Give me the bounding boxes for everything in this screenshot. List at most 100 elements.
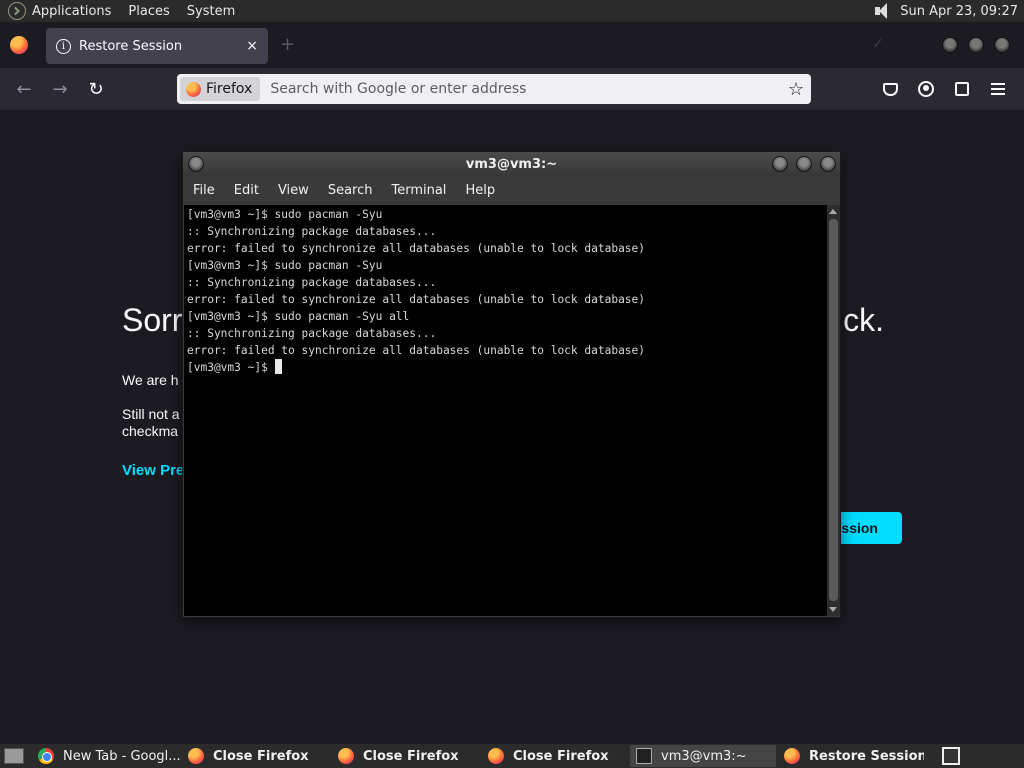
distro-logo-icon[interactable] <box>8 2 26 20</box>
taskbar-item-label: Close Firefox <box>363 748 459 764</box>
pocket-button[interactable] <box>872 73 908 105</box>
firefox-icon <box>188 748 204 764</box>
restore-paragraph-1: We are h <box>122 372 179 388</box>
check-icon: ✓ <box>872 36 884 52</box>
taskbar-item-terminal[interactable]: vm3@vm3:~ <box>630 745 776 767</box>
reload-button[interactable]: ↻ <box>78 73 114 105</box>
terminal-line: [vm3@vm3 ~]$ sudo pacman -Syu <box>187 208 383 221</box>
minimize-button[interactable] <box>942 37 958 53</box>
window-menu-icon <box>188 156 204 172</box>
trash-icon[interactable] <box>942 747 960 765</box>
taskbar-item-label: Close Firefox <box>513 748 609 764</box>
firefox-icon <box>488 748 504 764</box>
terminal-prompt: [vm3@vm3 ~]$ <box>187 361 275 374</box>
terminal-maximize-button[interactable] <box>796 156 812 172</box>
extensions-button[interactable] <box>944 73 980 105</box>
terminal-menu-terminal[interactable]: Terminal <box>391 183 446 198</box>
restore-paragraph-2-line2: checkma <box>122 423 179 439</box>
view-previous-sessions-link[interactable]: View Pre <box>122 462 184 479</box>
terminal-window-menu-button[interactable] <box>188 156 204 172</box>
maximize-button[interactable] <box>968 37 984 53</box>
terminal-cursor <box>274 359 282 374</box>
taskbar-item-label: Restore Session... <box>809 748 924 764</box>
taskbar-item-label: New Tab - Googl... <box>63 748 180 764</box>
tab-restore-session[interactable]: i Restore Session × <box>46 28 268 64</box>
terminal-prompt-line: [vm3@vm3 ~]$ <box>187 359 827 376</box>
show-desktop-button[interactable] <box>4 748 24 764</box>
panel-clock[interactable]: Sun Apr 23, 09:27 <box>900 4 1018 19</box>
terminal-line: [vm3@vm3 ~]$ sudo pacman -Syu <box>187 259 383 272</box>
info-icon: i <box>56 38 71 54</box>
puzzle-icon <box>955 82 969 96</box>
top-panel: Applications Places System Sun Apr 23, 0… <box>0 0 1024 22</box>
terminal-menu-help[interactable]: Help <box>465 183 495 198</box>
pocket-icon <box>882 82 898 96</box>
back-button[interactable]: ← <box>6 73 42 105</box>
terminal-line: error: failed to synchronize all databas… <box>187 344 646 357</box>
terminal-line: error: failed to synchronize all databas… <box>187 242 646 255</box>
restore-session-label: ssion <box>841 520 878 536</box>
taskbar-item-label: vm3@vm3:~ <box>661 748 747 764</box>
terminal-titlebar[interactable]: vm3@vm3:~ <box>183 152 840 176</box>
panel-menu-applications[interactable]: Applications <box>32 4 111 19</box>
terminal-screen[interactable]: [vm3@vm3 ~]$ sudo pacman -Syu:: Synchron… <box>184 205 827 616</box>
terminal-line: :: Synchronizing package databases... <box>187 327 437 340</box>
terminal-minimize-button[interactable] <box>772 156 788 172</box>
taskbar-item-close-firefox-3[interactable]: Close Firefox <box>482 745 628 767</box>
terminal-line: :: Synchronizing package databases... <box>187 276 437 289</box>
tab-close-icon[interactable]: × <box>246 38 258 54</box>
bookmark-star-icon[interactable]: ☆ <box>781 79 811 100</box>
toolbar-right <box>872 73 1016 105</box>
terminal-scrollbar[interactable] <box>827 205 840 616</box>
terminal-menu-view[interactable]: View <box>278 183 309 198</box>
scrollbar-thumb[interactable] <box>829 219 838 601</box>
chrome-icon <box>38 748 54 764</box>
terminal-icon <box>636 748 652 764</box>
terminal-line: :: Synchronizing package databases... <box>187 225 437 238</box>
account-button[interactable] <box>908 73 944 105</box>
restore-paragraph-2: Still not a checkma <box>122 406 180 440</box>
taskbar: New Tab - Googl... Close Firefox Close F… <box>0 744 1024 768</box>
firefox-icon <box>338 748 354 764</box>
page-title-left: Sorr <box>122 302 183 338</box>
page-title-right: ck. <box>843 302 884 338</box>
terminal-menu-edit[interactable]: Edit <box>234 183 259 198</box>
scroll-up-arrow-icon[interactable] <box>829 209 837 214</box>
firefox-view-icon[interactable] <box>10 36 28 54</box>
browser-tabbar: i Restore Session × + ✓ <box>0 22 1024 68</box>
terminal-window-controls <box>772 156 836 172</box>
close-window-button[interactable] <box>994 37 1010 53</box>
tab-title: Restore Session <box>79 38 183 54</box>
hamburger-icon <box>991 83 1005 95</box>
scroll-down-arrow-icon[interactable] <box>829 607 837 612</box>
panel-menu-places[interactable]: Places <box>128 4 169 19</box>
taskbar-item-new-tab[interactable]: New Tab - Googl... <box>32 745 180 767</box>
terminal-menu-search[interactable]: Search <box>328 183 373 198</box>
terminal-line: [vm3@vm3 ~]$ sudo pacman -Syu all <box>187 310 410 323</box>
window-controls <box>942 37 1010 53</box>
terminal-close-button[interactable] <box>820 156 836 172</box>
browser-navbar: ← → ↻ Firefox ☆ <box>0 68 1024 110</box>
firefox-icon <box>784 748 800 764</box>
urlbar[interactable]: Firefox ☆ <box>177 74 811 104</box>
app-menu-button[interactable] <box>980 73 1016 105</box>
terminal-menu-file[interactable]: File <box>193 183 215 198</box>
forward-button[interactable]: → <box>42 73 78 105</box>
terminal-line: error: failed to synchronize all databas… <box>187 293 646 306</box>
terminal-window: vm3@vm3:~ File Edit View Search Terminal… <box>182 151 841 618</box>
taskbar-item-restore-session[interactable]: Restore Session... <box>778 745 924 767</box>
new-tab-button[interactable]: + <box>280 34 295 55</box>
restore-paragraph-2-line1: Still not a <box>122 406 180 422</box>
taskbar-item-close-firefox-1[interactable]: Close Firefox <box>182 745 330 767</box>
identity-box[interactable]: Firefox <box>180 77 261 101</box>
panel-menu-system[interactable]: System <box>187 4 235 19</box>
terminal-menubar: File Edit View Search Terminal Help <box>183 176 840 205</box>
address-input[interactable] <box>270 81 781 97</box>
identity-label: Firefox <box>206 81 253 97</box>
firefox-icon <box>186 81 201 97</box>
taskbar-item-label: Close Firefox <box>213 748 309 764</box>
account-icon <box>918 81 934 97</box>
taskbar-item-close-firefox-2[interactable]: Close Firefox <box>332 745 480 767</box>
terminal-title: vm3@vm3:~ <box>465 156 558 172</box>
volume-icon[interactable] <box>872 2 892 20</box>
